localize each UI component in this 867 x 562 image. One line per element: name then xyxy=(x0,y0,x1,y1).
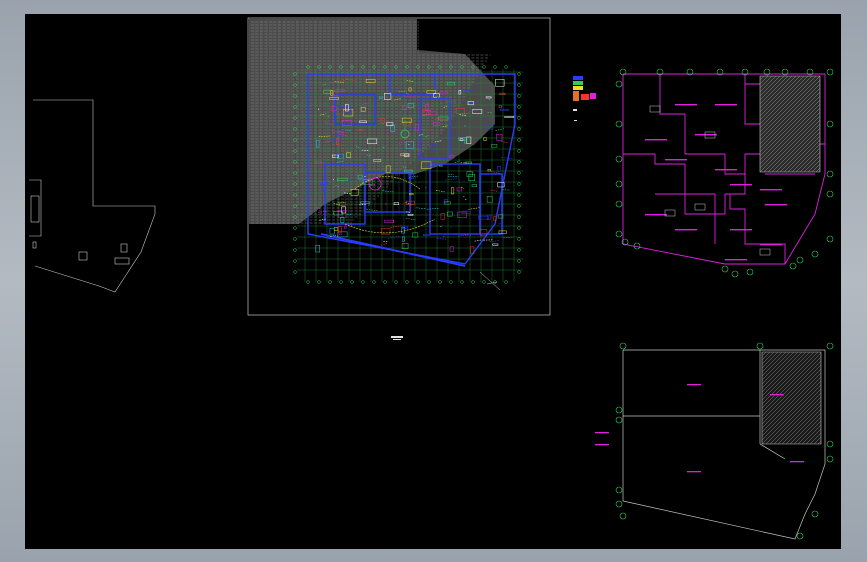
drawing-canvas[interactable] xyxy=(25,14,841,549)
magenta-block-icon xyxy=(590,93,596,99)
sheet-title-underline xyxy=(393,339,401,340)
orange-block-icon xyxy=(573,91,579,101)
lower-hatched-zone xyxy=(761,351,822,445)
layer-legend xyxy=(573,76,596,121)
blue-block-icon xyxy=(573,76,583,80)
red-block-icon xyxy=(581,94,589,100)
yellow-block-icon xyxy=(573,86,583,90)
sheet-title-mark xyxy=(391,336,403,338)
green-block-icon xyxy=(573,81,583,85)
magenta-zone-plan xyxy=(615,68,834,278)
main-floor-plan xyxy=(247,17,551,340)
site-outline-left xyxy=(29,99,156,293)
cad-drawing[interactable] xyxy=(25,14,841,549)
lower-right-plan xyxy=(595,342,834,540)
grey-hatch-region xyxy=(249,19,495,224)
